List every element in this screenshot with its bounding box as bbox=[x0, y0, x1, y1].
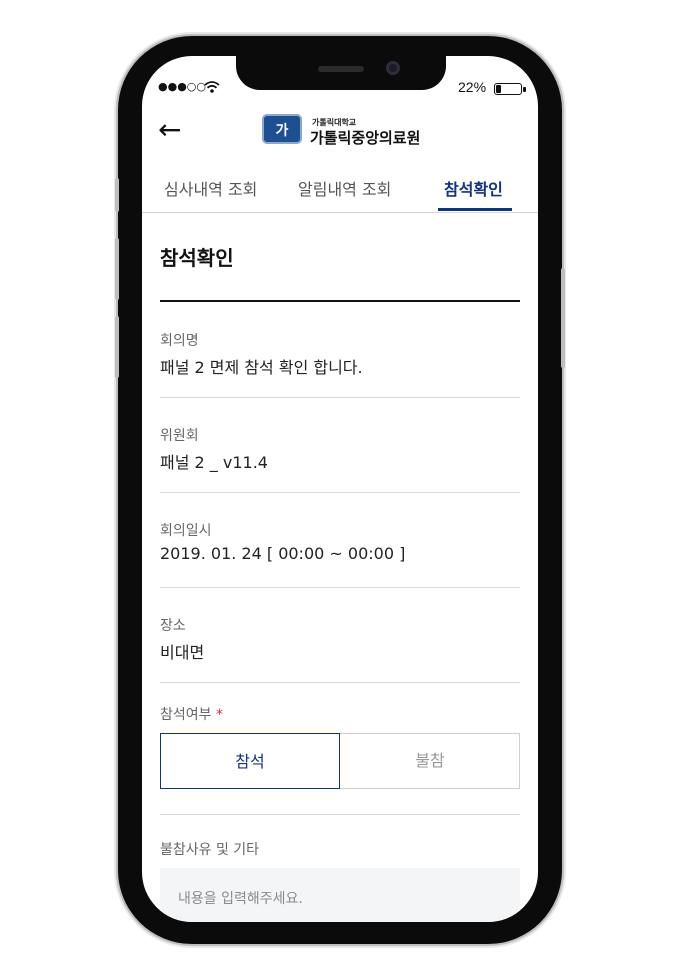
logo-emblem-icon: 가 bbox=[262, 114, 302, 144]
field-label: 회의명 bbox=[160, 333, 199, 349]
attendance-selector: 참석 불참 bbox=[160, 733, 520, 789]
field-meeting-name: 회의명 패널 2 면제 참석 확인 합니다. bbox=[160, 302, 520, 398]
field-value: 2019. 01. 24 [ 00:00 ~ 00:00 ] bbox=[160, 544, 406, 563]
attend-button[interactable]: 참석 bbox=[160, 733, 340, 789]
battery-fill bbox=[496, 85, 501, 93]
power-button bbox=[561, 268, 565, 368]
tab-review-history[interactable]: 심사내역 조회 bbox=[164, 176, 257, 200]
logo-title: 가톨릭중앙의료원 bbox=[310, 129, 421, 147]
volume-down-button bbox=[115, 316, 119, 378]
signal-icon: ●●●○○ bbox=[158, 80, 206, 93]
field-committee: 위원회 패널 2 _ v11.4 bbox=[160, 397, 520, 493]
tab-bar: 심사내역 조회 알림내역 조회 참석확인 bbox=[142, 168, 538, 213]
section-divider bbox=[160, 814, 520, 815]
field-location: 장소 비대면 bbox=[160, 587, 520, 683]
required-mark: * bbox=[215, 707, 223, 723]
main-content: 참석확인 회의명 패널 2 면제 참석 확인 합니다. 위원회 패널 2 _ v… bbox=[142, 212, 538, 922]
reason-label: 불참사유 및 기타 bbox=[160, 842, 260, 858]
battery-icon bbox=[494, 83, 526, 95]
field-meeting-datetime: 회의일시 2019. 01. 24 [ 00:00 ~ 00:00 ] bbox=[160, 492, 520, 588]
active-tab-indicator bbox=[438, 208, 512, 211]
field-label: 위원회 bbox=[160, 428, 199, 444]
field-value: 패널 2 _ v11.4 bbox=[160, 453, 268, 472]
field-label: 장소 bbox=[160, 618, 186, 634]
app-header: ← 가 가톨릭대학교 가톨릭중앙의료원 bbox=[142, 110, 538, 154]
battery-percent: 22% bbox=[458, 79, 487, 95]
back-arrow-icon[interactable]: ← bbox=[158, 116, 181, 144]
attendance-label: 참석여부 * bbox=[160, 704, 223, 724]
camera bbox=[386, 61, 400, 75]
volume-up-button bbox=[115, 238, 119, 300]
field-value: 비대면 bbox=[160, 643, 205, 662]
absent-button[interactable]: 불참 bbox=[341, 734, 519, 788]
silent-switch bbox=[115, 178, 119, 212]
field-value: 패널 2 면제 참석 확인 합니다. bbox=[160, 358, 363, 377]
reason-textarea[interactable] bbox=[160, 868, 520, 922]
page-title: 참석확인 bbox=[160, 246, 234, 270]
status-bar: ●●●○○ 22% bbox=[142, 78, 538, 98]
speaker bbox=[318, 66, 364, 72]
tab-attendance-confirm[interactable]: 참석확인 bbox=[444, 176, 503, 200]
phone-screen: ●●●○○ 22% ← 가 가톨릭대학교 가톨릭중앙의료원 심사내역 조회 알림… bbox=[142, 56, 538, 922]
tab-notification-history[interactable]: 알림내역 조회 bbox=[298, 176, 391, 200]
field-label: 회의일시 bbox=[160, 523, 212, 539]
attendance-label-text: 참석여부 bbox=[160, 707, 212, 723]
battery-tip bbox=[523, 87, 526, 92]
